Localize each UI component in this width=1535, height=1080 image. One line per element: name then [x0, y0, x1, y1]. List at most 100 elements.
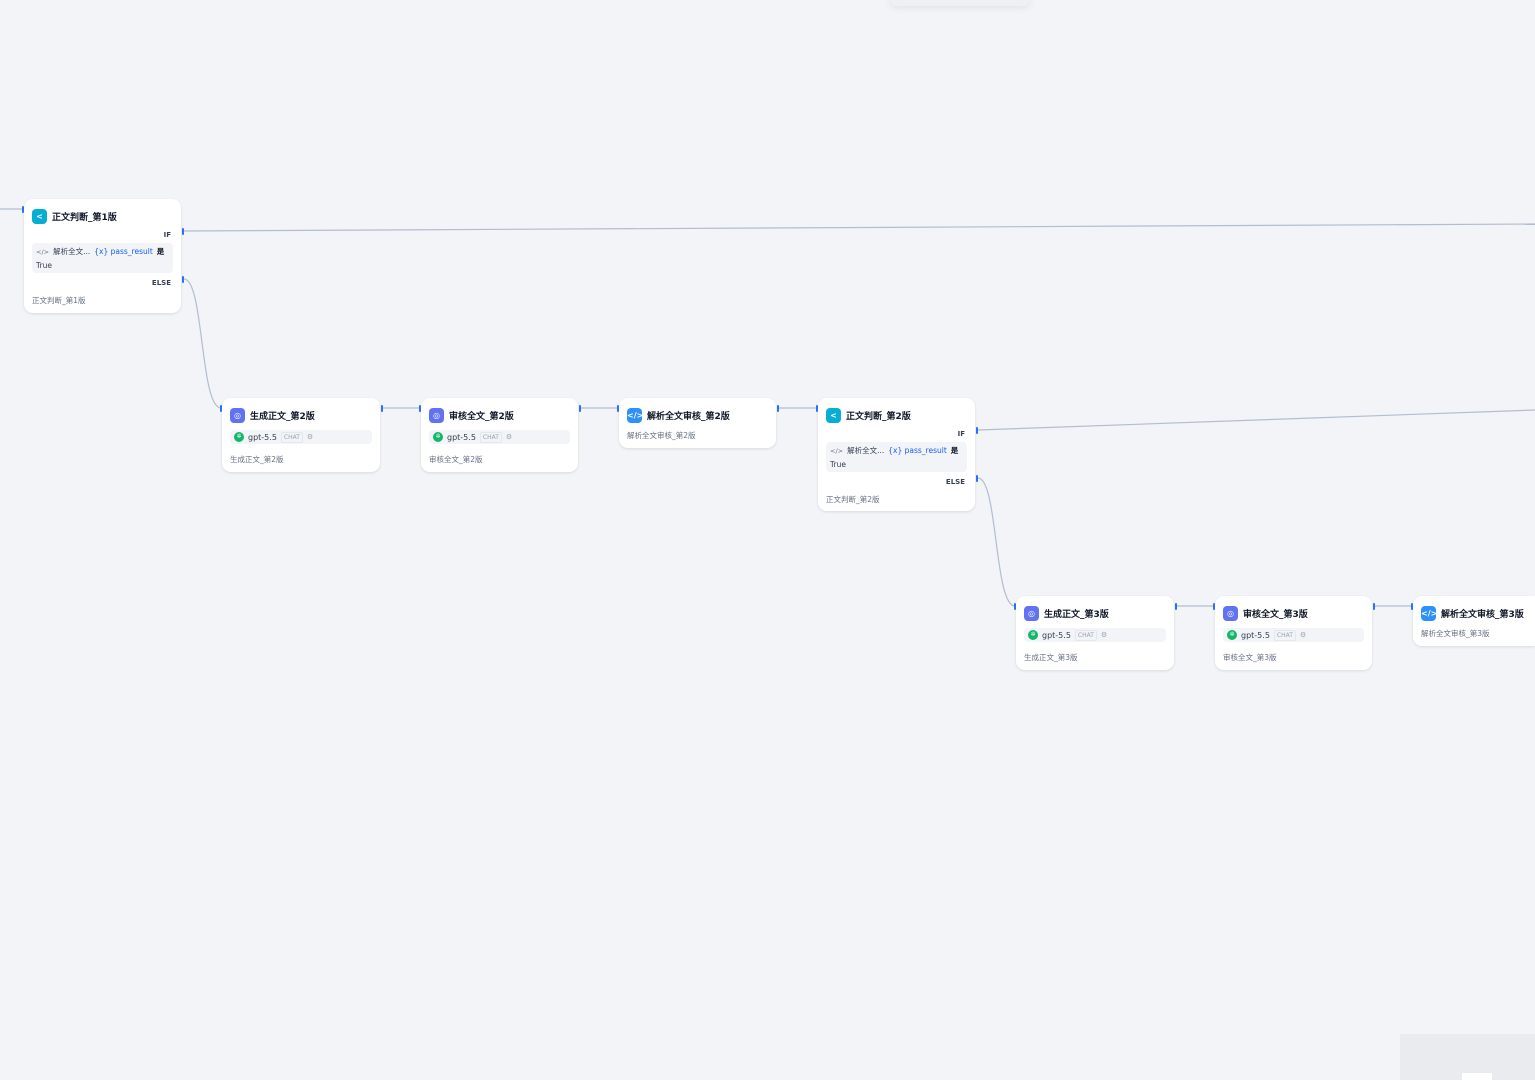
output-handle[interactable]	[579, 405, 581, 412]
node-title: 正文判断_第2版	[846, 411, 911, 422]
condition-box[interactable]: </> 解析全文... {x} pass_result 是 True	[826, 442, 967, 472]
node-title: 生成正文_第3版	[1044, 609, 1109, 620]
input-handle[interactable]	[1014, 603, 1016, 610]
if-node-1[interactable]: < 正文判断_第1版 IF </> 解析全文... {x} pass_resul…	[24, 199, 181, 313]
code-node-parse3[interactable]: </> 解析全文审核_第3版 解析全文审核_第3版	[1413, 596, 1535, 646]
output-handle[interactable]	[1373, 603, 1375, 610]
model-selector[interactable]: ✲ gpt-5.5 CHAT ⚙	[230, 430, 372, 444]
if-output-handle[interactable]	[976, 427, 978, 434]
code-icon: </>	[627, 407, 643, 423]
node-header: ◎ 生成正文_第2版	[230, 407, 315, 423]
node-header: </> 解析全文审核_第3版	[1421, 605, 1524, 621]
node-title: 审核全文_第2版	[449, 411, 514, 422]
edge-if1-if-branch	[183, 223, 1535, 232]
openai-icon: ✲	[234, 432, 244, 442]
minimap-viewport[interactable]	[1462, 1073, 1492, 1080]
branch-icon: <	[32, 208, 47, 224]
condition-box[interactable]: </> 解析全文... {x} pass_result 是 True	[32, 243, 173, 273]
input-handle[interactable]	[22, 206, 24, 213]
if-node-2[interactable]: < 正文判断_第2版 IF </> 解析全文... {x} pass_resul…	[818, 398, 975, 511]
else-output-handle[interactable]	[182, 276, 184, 283]
node-title: 解析全文审核_第3版	[1441, 609, 1524, 620]
settings-icon[interactable]: ⚙	[307, 433, 313, 441]
output-handle[interactable]	[1175, 603, 1177, 610]
if-label: IF	[163, 231, 171, 239]
openai-icon: ✲	[433, 432, 443, 442]
condition-variable: {x} pass_result	[94, 247, 153, 256]
node-header: ◎ 审核全文_第3版	[1223, 605, 1308, 621]
workflow-canvas[interactable]: < 正文判断_第1版 IF </> 解析全文... {x} pass_resul…	[0, 0, 1535, 1080]
output-handle[interactable]	[777, 405, 779, 412]
llm-icon: ◎	[429, 407, 444, 423]
code-icon: </>	[830, 446, 844, 455]
openai-icon: ✲	[1028, 630, 1038, 640]
model-name: gpt-5.5	[1042, 630, 1071, 640]
node-title: 审核全文_第3版	[1243, 609, 1308, 620]
edges-layer	[0, 208, 1535, 607]
node-description: 审核全文_第2版	[429, 455, 483, 464]
input-handle[interactable]	[617, 405, 619, 412]
llm-node-review3[interactable]: ◎ 审核全文_第3版 ✲ gpt-5.5 CHAT ⚙ 审核全文_第3版	[1215, 596, 1372, 670]
edge-if1-else-gen2	[183, 278, 222, 409]
node-description: 生成正文_第3版	[1024, 653, 1078, 662]
input-handle[interactable]	[220, 405, 222, 412]
node-header: ◎ 生成正文_第3版	[1024, 605, 1109, 621]
model-name: gpt-5.5	[1241, 630, 1270, 640]
node-description: 解析全文审核_第2版	[627, 431, 696, 440]
else-label: ELSE	[945, 478, 965, 486]
node-title: 正文判断_第1版	[52, 212, 117, 223]
node-header: ◎ 审核全文_第2版	[429, 407, 514, 423]
node-header: </> 解析全文审核_第2版	[627, 407, 730, 423]
input-handle[interactable]	[816, 405, 818, 412]
model-selector[interactable]: ✲ gpt-5.5 CHAT ⚙	[429, 430, 570, 444]
else-output-handle[interactable]	[976, 475, 978, 482]
node-description: 正文判断_第2版	[826, 495, 880, 504]
condition-variable: {x} pass_result	[888, 446, 947, 455]
output-handle[interactable]	[381, 405, 383, 412]
node-description: 解析全文审核_第3版	[1421, 629, 1490, 638]
llm-icon: ◎	[1223, 605, 1238, 621]
node-title: 生成正文_第2版	[250, 411, 315, 422]
code-icon: </>	[36, 247, 50, 256]
condition-value: True	[36, 261, 52, 270]
llm-node-gen2[interactable]: ◎ 生成正文_第2版 ✲ gpt-5.5 CHAT ⚙ 生成正文_第2版	[222, 398, 380, 472]
code-icon: </>	[1421, 605, 1437, 621]
model-selector[interactable]: ✲ gpt-5.5 CHAT ⚙	[1024, 628, 1166, 642]
code-node-parse2[interactable]: </> 解析全文审核_第2版 解析全文审核_第2版	[619, 398, 776, 448]
node-description: 审核全文_第3版	[1223, 653, 1277, 662]
model-name: gpt-5.5	[447, 432, 476, 442]
llm-icon: ◎	[230, 407, 245, 423]
input-handle[interactable]	[419, 405, 421, 412]
condition-node-ref: 解析全文...	[53, 247, 91, 256]
input-handle[interactable]	[1411, 603, 1413, 610]
condition-operator: 是	[950, 446, 959, 455]
model-mode-tag: CHAT	[479, 431, 502, 443]
node-description: 正文判断_第1版	[32, 296, 86, 305]
edge-if2-if-branch	[977, 409, 1535, 431]
edge-if2-else-gen3	[977, 477, 1016, 607]
node-description: 生成正文_第2版	[230, 455, 284, 464]
model-mode-tag: CHAT	[280, 431, 303, 443]
llm-node-gen3[interactable]: ◎ 生成正文_第3版 ✲ gpt-5.5 CHAT ⚙ 生成正文_第3版	[1016, 596, 1174, 670]
if-output-handle[interactable]	[182, 228, 184, 235]
model-mode-tag: CHAT	[1273, 629, 1296, 641]
top-toolbar-edge	[890, 0, 1030, 6]
node-title: 解析全文审核_第2版	[647, 411, 730, 422]
node-header: < 正文判断_第2版	[826, 407, 911, 423]
llm-node-review2[interactable]: ◎ 审核全文_第2版 ✲ gpt-5.5 CHAT ⚙ 审核全文_第2版	[421, 398, 578, 472]
llm-icon: ◎	[1024, 605, 1039, 621]
condition-operator: 是	[156, 247, 165, 256]
input-handle[interactable]	[1213, 603, 1215, 610]
model-selector[interactable]: ✲ gpt-5.5 CHAT ⚙	[1223, 628, 1364, 642]
settings-icon[interactable]: ⚙	[506, 433, 512, 441]
settings-icon[interactable]: ⚙	[1300, 631, 1306, 639]
condition-value: True	[830, 460, 846, 469]
settings-icon[interactable]: ⚙	[1101, 631, 1107, 639]
model-name: gpt-5.5	[248, 432, 277, 442]
else-label: ELSE	[151, 279, 171, 287]
node-header: < 正文判断_第1版	[32, 208, 117, 224]
branch-icon: <	[826, 407, 841, 423]
if-label: IF	[957, 430, 965, 438]
model-mode-tag: CHAT	[1074, 629, 1097, 641]
openai-icon: ✲	[1227, 630, 1237, 640]
